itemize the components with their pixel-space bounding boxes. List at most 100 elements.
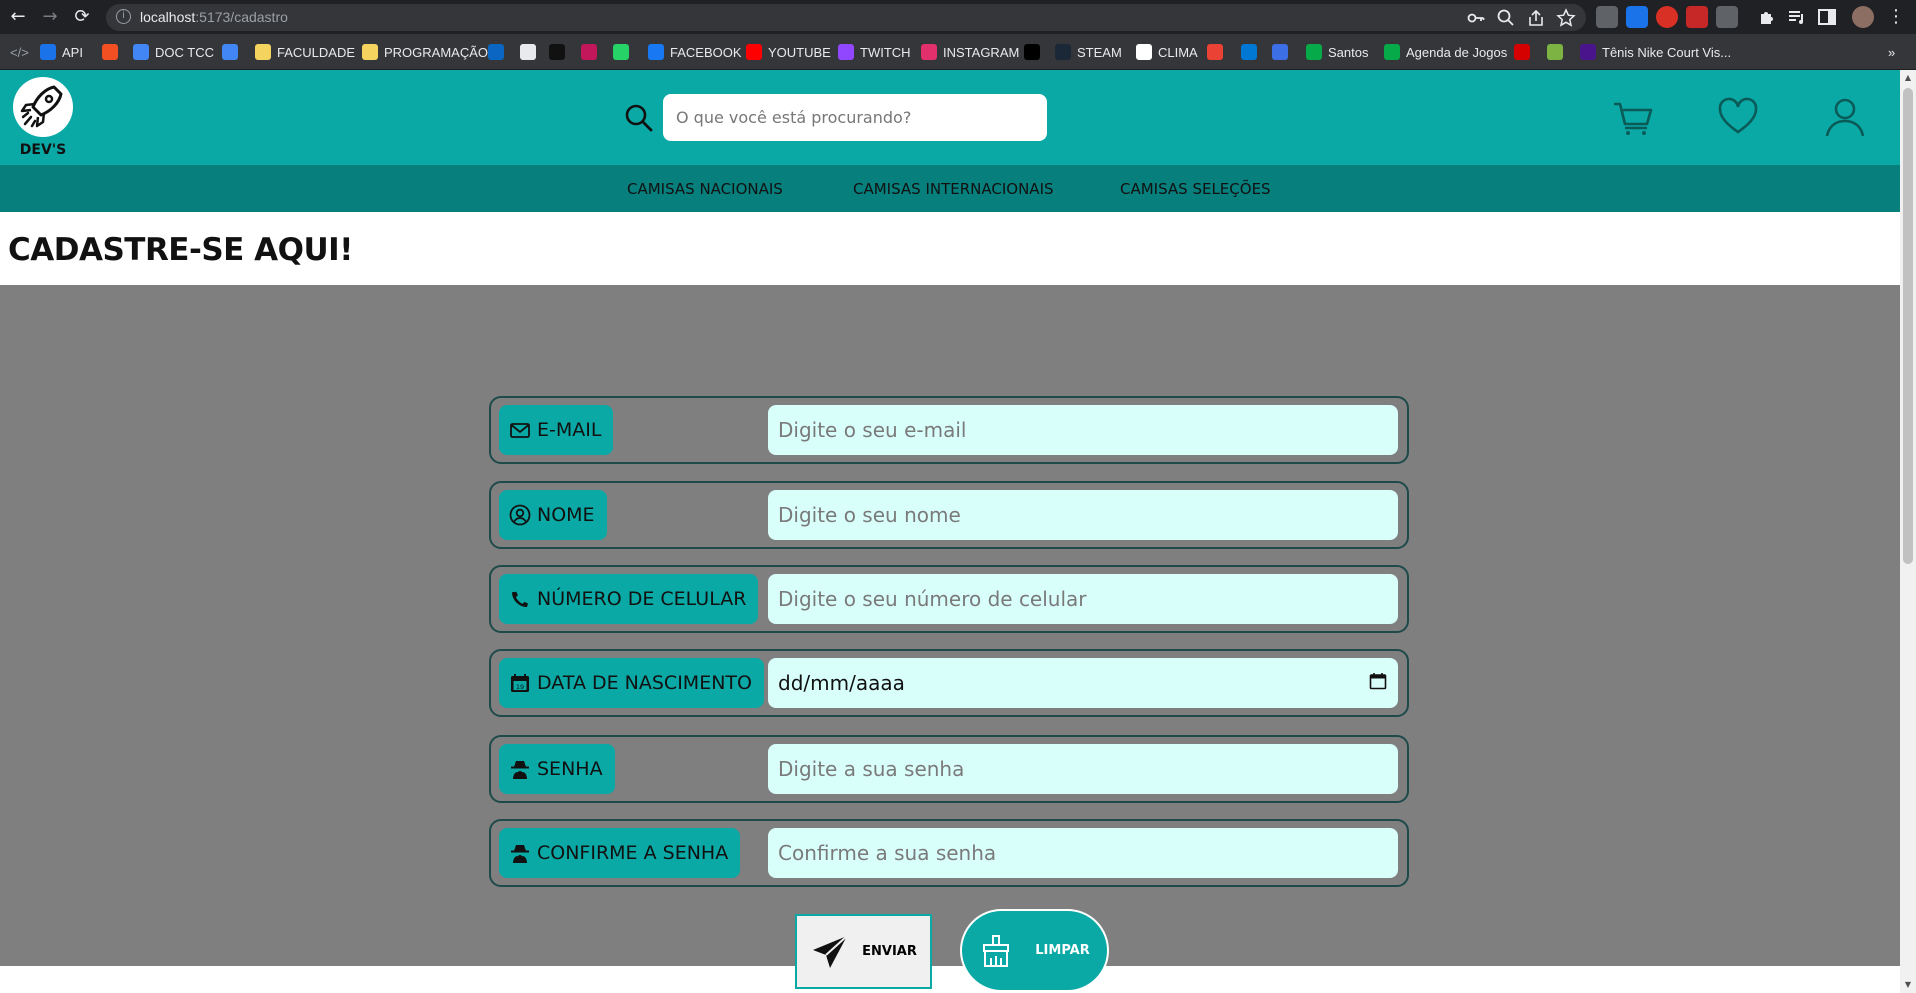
bookmark-item[interactable] bbox=[613, 43, 629, 61]
bookmark-favicon-icon bbox=[488, 44, 504, 60]
spy-icon bbox=[511, 845, 529, 863]
phone-field[interactable] bbox=[768, 574, 1398, 624]
birthdate-field[interactable] bbox=[768, 658, 1398, 708]
bookmark-item[interactable]: TWITCH bbox=[838, 43, 911, 61]
site-info-icon[interactable]: i bbox=[116, 9, 131, 24]
bookmark-item[interactable]: STEAM bbox=[1055, 43, 1122, 61]
bookmark-item[interactable] bbox=[1514, 43, 1530, 61]
name-field[interactable] bbox=[768, 490, 1398, 540]
birthdate-label: 19 DATA DE NASCIMENTO bbox=[499, 658, 764, 708]
clear-button[interactable]: LIMPAR bbox=[960, 909, 1109, 992]
extension-blue-icon[interactable] bbox=[1626, 6, 1648, 28]
bookmark-favicon-icon bbox=[1272, 44, 1288, 60]
forward-icon[interactable]: → bbox=[38, 5, 62, 29]
bookmark-label: INSTAGRAM bbox=[943, 44, 1020, 60]
bookmark-item[interactable] bbox=[1207, 43, 1223, 61]
submit-button[interactable]: ENVIAR bbox=[795, 914, 932, 989]
bookmark-item[interactable] bbox=[1272, 43, 1288, 61]
extension-new-icon[interactable] bbox=[1596, 6, 1618, 28]
url-text[interactable]: localhost:5173/cadastro bbox=[140, 9, 288, 25]
star-icon[interactable] bbox=[1556, 8, 1576, 28]
birthdate-row: 19 DATA DE NASCIMENTO dd/mm/aaaa bbox=[489, 649, 1409, 717]
bookmark-item[interactable]: API bbox=[40, 43, 83, 61]
site-header: DEV'S bbox=[0, 70, 1900, 165]
user-icon[interactable] bbox=[1822, 94, 1868, 140]
side-panel-icon[interactable] bbox=[1816, 6, 1838, 28]
bookmark-item[interactable] bbox=[1547, 43, 1563, 61]
bookmark-item[interactable]: YOUTUBE bbox=[746, 43, 831, 61]
bookmark-item[interactable]: INSTAGRAM bbox=[921, 43, 1019, 61]
logo[interactable] bbox=[13, 77, 73, 137]
date-picker-icon[interactable] bbox=[1369, 672, 1387, 690]
scroll-up-icon[interactable]: ▲ bbox=[1903, 73, 1913, 83]
password-row: SENHA bbox=[489, 735, 1409, 803]
bookmark-item[interactable]: Tênis Nike Court Vis... bbox=[1580, 43, 1731, 61]
back-icon[interactable]: ← bbox=[6, 5, 30, 29]
spy-icon bbox=[511, 761, 529, 779]
zoom-icon[interactable] bbox=[1496, 8, 1516, 28]
bookmark-item[interactable] bbox=[1241, 43, 1257, 61]
bookmark-favicon-icon bbox=[1136, 44, 1152, 60]
puzzle-icon[interactable] bbox=[1756, 6, 1778, 28]
bookmark-favicon-icon bbox=[613, 44, 629, 60]
extension-grey-icon[interactable] bbox=[1716, 6, 1738, 28]
menu-icon[interactable]: ⋮ bbox=[1884, 5, 1908, 29]
scroll-down-icon[interactable]: ▼ bbox=[1903, 980, 1913, 990]
apps-code-icon[interactable]: </> bbox=[10, 43, 29, 61]
bookmark-item[interactable] bbox=[488, 43, 504, 61]
bookmark-favicon-icon bbox=[1580, 44, 1596, 60]
nav-camisas-nacionais[interactable]: CAMISAS NACIONAIS bbox=[627, 180, 783, 198]
bookmark-label: FACEBOOK bbox=[670, 44, 742, 60]
confirm-password-label: CONFIRME A SENHA bbox=[499, 828, 741, 878]
bookmark-favicon-icon bbox=[1024, 44, 1040, 60]
nav-camisas-internacionais[interactable]: CAMISAS INTERNACIONAIS bbox=[853, 180, 1054, 198]
bookmark-favicon-icon bbox=[1241, 44, 1257, 60]
page-scrollbar[interactable]: ▲ ▼ bbox=[1900, 70, 1916, 993]
password-field[interactable] bbox=[768, 744, 1398, 794]
heart-icon[interactable] bbox=[1715, 94, 1761, 140]
bookmark-label: PROGRAMAÇÃO bbox=[384, 44, 489, 60]
bookmark-item[interactable] bbox=[549, 43, 565, 61]
search-input[interactable] bbox=[663, 94, 1047, 141]
search-icon[interactable] bbox=[624, 103, 654, 133]
bookmark-favicon-icon bbox=[1547, 44, 1563, 60]
bookmark-item[interactable]: DOC TCC bbox=[133, 43, 214, 61]
media-icon[interactable] bbox=[1786, 6, 1808, 28]
bookmark-item[interactable]: FACULDADE bbox=[255, 43, 355, 61]
bookmark-item[interactable]: Agenda de Jogos bbox=[1384, 43, 1507, 61]
reload-icon[interactable]: ⟳ bbox=[70, 5, 94, 29]
more-bookmarks-icon[interactable]: » bbox=[1888, 43, 1895, 61]
password-label: SENHA bbox=[499, 744, 615, 794]
bookmark-favicon-icon bbox=[746, 44, 762, 60]
bookmark-favicon-icon bbox=[1306, 44, 1322, 60]
bookmark-item[interactable] bbox=[222, 43, 238, 61]
scroll-thumb[interactable] bbox=[1903, 88, 1913, 564]
phone-row: NÚMERO DE CELULAR bbox=[489, 565, 1409, 633]
title-section: CADASTRE-SE AQUI! bbox=[0, 212, 1900, 285]
bookmark-item[interactable]: CLIMA bbox=[1136, 43, 1198, 61]
nav-camisas-selecoes[interactable]: CAMISAS SELEÇÕES bbox=[1120, 180, 1271, 198]
share-icon[interactable] bbox=[1526, 8, 1546, 28]
bookmark-label: TWITCH bbox=[860, 44, 911, 60]
bookmark-item[interactable] bbox=[581, 43, 597, 61]
confirm-password-field[interactable] bbox=[768, 828, 1398, 878]
phone-icon bbox=[512, 591, 528, 607]
bookmark-item[interactable] bbox=[1024, 43, 1040, 61]
bookmark-item[interactable]: PROGRAMAÇÃO bbox=[362, 43, 488, 61]
key-icon[interactable] bbox=[1466, 8, 1486, 28]
email-row: E-MAIL bbox=[489, 396, 1409, 464]
bookmark-item[interactable] bbox=[520, 43, 536, 61]
bookmark-item[interactable] bbox=[102, 43, 118, 61]
email-field[interactable] bbox=[768, 405, 1398, 455]
address-bar[interactable]: i localhost:5173/cadastro bbox=[106, 4, 1586, 31]
mail-icon bbox=[510, 423, 530, 438]
extension-red-icon[interactable] bbox=[1656, 6, 1678, 28]
broom-icon bbox=[983, 934, 1010, 967]
bookmark-item[interactable]: Santos bbox=[1306, 43, 1368, 61]
bookmark-item[interactable]: FACEBOOK bbox=[648, 43, 742, 61]
profile-avatar[interactable] bbox=[1852, 6, 1874, 28]
extension-youtube-icon[interactable] bbox=[1686, 6, 1708, 28]
cart-icon[interactable] bbox=[1610, 94, 1656, 140]
bookmark-label: Santos bbox=[1328, 44, 1369, 60]
bookmark-favicon-icon bbox=[648, 44, 664, 60]
